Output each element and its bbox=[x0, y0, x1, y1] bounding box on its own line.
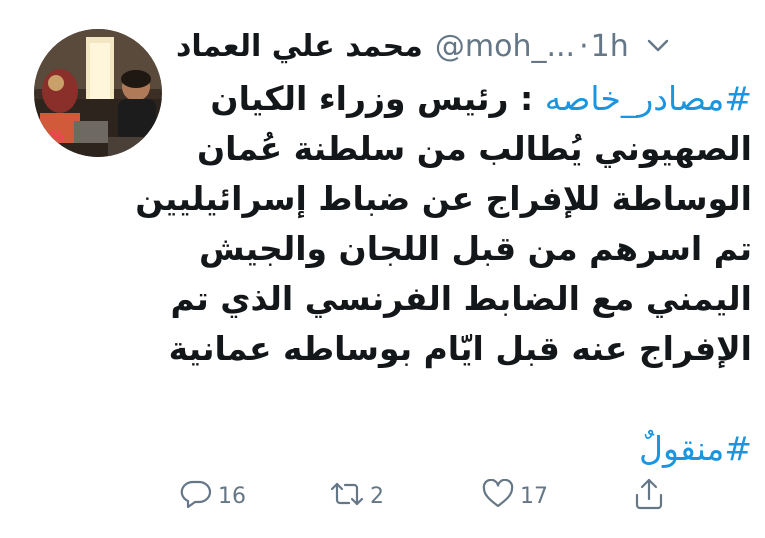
tweet-card[interactable]: % محمد علي العماد @moh_... · 1h #مصادر_خ… bbox=[0, 0, 765, 538]
chevron-down-icon[interactable] bbox=[647, 39, 669, 53]
share-icon bbox=[634, 478, 664, 514]
hashtag-link[interactable]: #مصادر_خاصه bbox=[545, 79, 752, 118]
like-count: 17 bbox=[520, 483, 548, 509]
reply-icon bbox=[180, 479, 212, 513]
reply-button[interactable]: 16 bbox=[180, 474, 246, 518]
tweet-line: الصهيوني يُطالب من سلطنة عُمان bbox=[196, 129, 752, 168]
tweet-text: #مصادر_خاصه : رئيس وزراء الكيان الصهيوني… bbox=[135, 74, 752, 474]
avatar-photo: % bbox=[34, 29, 162, 157]
tweet-timestamp[interactable]: 1h bbox=[591, 29, 629, 64]
reply-count: 16 bbox=[218, 483, 246, 509]
author-handle[interactable]: @moh_... bbox=[435, 29, 575, 64]
separator-dot: · bbox=[579, 28, 589, 64]
hashtag-link[interactable]: #منقولٌ bbox=[639, 429, 752, 468]
retweet-button[interactable]: 2 bbox=[330, 474, 384, 518]
tweet-line: الإفراج عنه قبل ايّام بوساطه عمانية bbox=[168, 329, 752, 368]
retweet-icon bbox=[330, 480, 364, 512]
retweet-count: 2 bbox=[370, 483, 384, 509]
tweet-line-text: : رئيس وزراء الكيان bbox=[210, 79, 545, 118]
tweet-line: #منقولٌ bbox=[176, 424, 752, 474]
tweet-line: الوساطة للإفراج عن ضباط إسرائيليين bbox=[135, 179, 752, 218]
avatar[interactable]: % bbox=[34, 29, 162, 157]
tweet-header: محمد علي العماد @moh_... · 1h bbox=[176, 22, 756, 70]
heart-icon bbox=[482, 478, 514, 513]
tweet-actions: 16 2 17 bbox=[180, 474, 680, 518]
tweet-line: تم اسرهم من قبل اللجان والجيش bbox=[198, 229, 752, 268]
like-button[interactable]: 17 bbox=[482, 474, 548, 518]
author-display-name[interactable]: محمد علي العماد bbox=[176, 29, 423, 64]
tweet-line: اليمني مع الضابط الفرنسي الذي تم bbox=[170, 279, 752, 318]
tweet-line: #مصادر_خاصه : رئيس وزراء الكيان bbox=[176, 74, 752, 124]
svg-text:%: % bbox=[50, 129, 64, 145]
share-button[interactable] bbox=[634, 474, 664, 518]
